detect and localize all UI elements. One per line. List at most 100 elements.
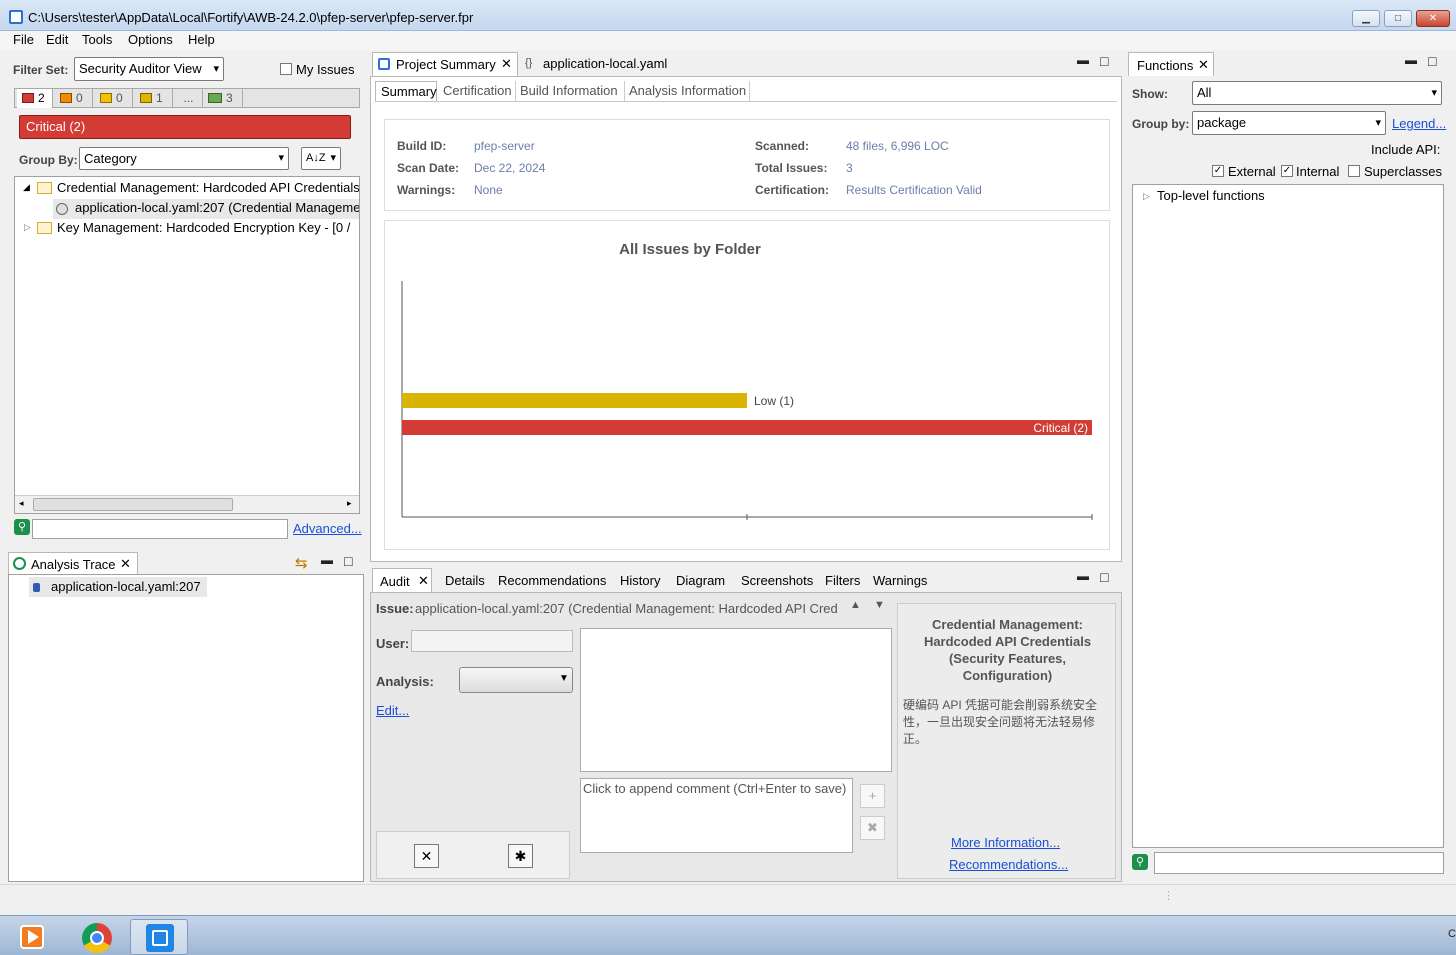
- menu-help[interactable]: Help: [188, 32, 215, 47]
- tab-summary[interactable]: Summary: [375, 81, 437, 101]
- expand-icon[interactable]: ▷: [1143, 191, 1150, 202]
- severity-more-tab[interactable]: ...: [175, 89, 203, 108]
- chrome-icon[interactable]: [72, 919, 120, 955]
- collapse-icon[interactable]: ▷: [24, 222, 31, 233]
- minimize-view-icon[interactable]: ▬: [1077, 569, 1089, 583]
- external-label: External: [1228, 164, 1276, 179]
- severity-all-tab[interactable]: 3: [205, 89, 243, 108]
- bar-critical[interactable]: [402, 420, 1092, 435]
- tab-application-yaml[interactable]: {} application-local.yaml: [520, 52, 680, 76]
- analysis-select[interactable]: ▼: [459, 667, 573, 693]
- tab-project-summary[interactable]: Project Summary ✕: [372, 52, 518, 76]
- tab-recommendations[interactable]: Recommendations: [498, 573, 606, 588]
- tab-audit[interactable]: Audit ✕: [372, 568, 432, 592]
- previous-issue-icon[interactable]: ▲: [850, 599, 861, 611]
- close-button[interactable]: ✕: [1416, 10, 1450, 27]
- user-field[interactable]: [411, 630, 573, 652]
- comments-area[interactable]: [580, 628, 892, 772]
- superclasses-checkbox[interactable]: [1348, 165, 1360, 177]
- search-icon[interactable]: ⚲: [1132, 854, 1148, 870]
- trace-item[interactable]: application-local.yaml:207: [29, 577, 207, 597]
- sort-button[interactable]: A↓Z: [301, 147, 341, 170]
- group-by-select[interactable]: Category: [79, 147, 289, 170]
- functions-panel: Functions ✕ ▬ □ Show: All Group by: pack…: [1128, 52, 1450, 882]
- yaml-file-icon: {}: [525, 57, 533, 69]
- severity-low-tab[interactable]: 1: [135, 89, 173, 108]
- media-player-icon[interactable]: [8, 919, 56, 955]
- functions-search-input[interactable]: [1154, 852, 1444, 874]
- horizontal-scrollbar[interactable]: ◂ ▸: [15, 495, 359, 513]
- menu-options[interactable]: Options: [128, 32, 173, 47]
- search-icon[interactable]: ⚲: [14, 519, 30, 535]
- minimize-view-icon[interactable]: ▬: [1405, 53, 1417, 67]
- functions-tree: ▷ Top-level functions: [1132, 184, 1444, 848]
- tab-certification[interactable]: Certification: [443, 83, 512, 98]
- taskbar: C: [0, 915, 1456, 955]
- show-select[interactable]: All: [1192, 81, 1442, 105]
- menu-file[interactable]: File: [13, 32, 34, 47]
- tree-item-selected[interactable]: application-local.yaml:207 (Credential M…: [53, 199, 359, 219]
- severity-tabs: 2 0 0 1 ... 3: [14, 88, 360, 108]
- close-tab-icon[interactable]: ✕: [501, 56, 512, 72]
- title-bar: C:\Users\tester\AppData\Local\Fortify\AW…: [0, 0, 1456, 31]
- tab-filters[interactable]: Filters: [825, 573, 860, 588]
- edit-link[interactable]: Edit...: [376, 703, 409, 718]
- filter-set-select[interactable]: Security Auditor View: [74, 57, 224, 81]
- menu-edit[interactable]: Edit: [46, 32, 68, 47]
- tab-functions[interactable]: Functions ✕: [1128, 52, 1214, 76]
- suppress-button[interactable]: ✕: [414, 844, 439, 868]
- tab-diagram[interactable]: Diagram: [676, 573, 725, 588]
- tree-item[interactable]: Credential Management: Hardcoded API Cre…: [57, 180, 359, 195]
- my-issues-checkbox[interactable]: [280, 63, 292, 75]
- severity-critical-tab[interactable]: 2: [17, 89, 53, 108]
- external-checkbox[interactable]: ✓: [1212, 165, 1224, 177]
- comment-input[interactable]: Click to append comment (Ctrl+Enter to s…: [580, 778, 853, 853]
- chart-svg: All Issues by Folder Low (1) Critical (2): [401, 241, 1093, 520]
- tab-build-information[interactable]: Build Information: [520, 83, 618, 98]
- maximize-view-icon[interactable]: □: [1428, 53, 1436, 69]
- tab-details[interactable]: Details: [445, 573, 485, 588]
- maximize-view-icon[interactable]: □: [344, 553, 352, 569]
- scroll-right-icon[interactable]: ▸: [347, 498, 352, 509]
- analysis-trace-list: application-local.yaml:207: [8, 574, 364, 882]
- bar-low[interactable]: [402, 393, 747, 408]
- trace-icon: [13, 557, 26, 570]
- search-input[interactable]: [32, 519, 288, 539]
- maximize-view-icon[interactable]: □: [1100, 569, 1108, 585]
- minimize-view-icon[interactable]: ▬: [321, 553, 333, 567]
- next-issue-icon[interactable]: ▼: [874, 599, 885, 611]
- tree-item[interactable]: Top-level functions: [1157, 188, 1265, 203]
- scroll-thumb[interactable]: [33, 498, 233, 511]
- scroll-left-icon[interactable]: ◂: [19, 498, 24, 509]
- bug-icon[interactable]: ✱: [508, 844, 533, 868]
- close-tab-icon[interactable]: ✕: [418, 573, 429, 589]
- group-by-select[interactable]: package: [1192, 111, 1386, 135]
- scan-date-value: Dec 22, 2024: [474, 161, 546, 175]
- severity-medium-tab[interactable]: 0: [95, 89, 133, 108]
- menu-tools[interactable]: Tools: [82, 32, 112, 47]
- tab-analysis-trace[interactable]: Analysis Trace ✕: [8, 552, 138, 574]
- close-tab-icon[interactable]: ✕: [120, 556, 131, 572]
- close-tab-icon[interactable]: ✕: [1198, 57, 1209, 73]
- legend-link[interactable]: Legend...: [1392, 116, 1446, 131]
- group-by-label: Group by:: [1132, 117, 1190, 131]
- tab-analysis-information[interactable]: Analysis Information: [629, 83, 746, 98]
- add-comment-icon[interactable]: +: [860, 784, 885, 808]
- tab-screenshots[interactable]: Screenshots: [741, 573, 813, 588]
- more-information-link[interactable]: More Information...: [951, 835, 1060, 850]
- maximize-button[interactable]: □: [1384, 10, 1412, 27]
- recommendations-link[interactable]: Recommendations...: [949, 857, 1068, 872]
- minimize-view-icon[interactable]: ▬: [1077, 53, 1089, 67]
- trace-options-icon[interactable]: ⇆: [295, 554, 308, 572]
- tree-item[interactable]: Key Management: Hardcoded Encryption Key…: [57, 220, 350, 235]
- expand-icon[interactable]: ◢: [23, 182, 30, 193]
- severity-high-tab[interactable]: 0: [55, 89, 93, 108]
- fortify-taskbar-icon[interactable]: [130, 919, 188, 955]
- advanced-link[interactable]: Advanced...: [293, 521, 362, 536]
- minimize-button[interactable]: ▁: [1352, 10, 1380, 27]
- delete-comment-icon[interactable]: ✖: [860, 816, 885, 840]
- tab-warnings[interactable]: Warnings: [873, 573, 927, 588]
- tab-history[interactable]: History: [620, 573, 660, 588]
- internal-checkbox[interactable]: ✓: [1281, 165, 1293, 177]
- maximize-view-icon[interactable]: □: [1100, 53, 1108, 69]
